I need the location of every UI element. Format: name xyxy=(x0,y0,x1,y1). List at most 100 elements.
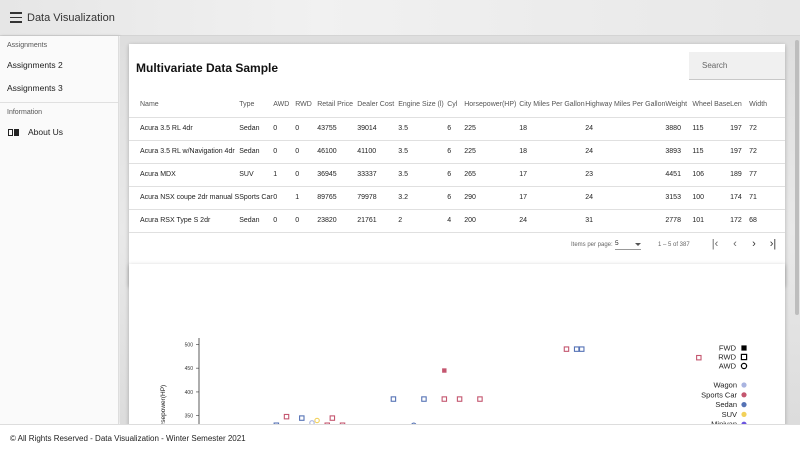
table-cell: SUV xyxy=(239,163,274,187)
sidebar: Assignments Assignments 2 Assignments 3 … xyxy=(0,36,119,424)
table-cell: Sedan xyxy=(239,117,274,141)
table-cell: 68 xyxy=(749,209,785,233)
sidebar-item-assignments-3[interactable]: Assignments 3 xyxy=(0,77,118,100)
table-cell: 1 xyxy=(273,163,296,187)
legend-type-marker xyxy=(741,382,747,388)
data-point xyxy=(442,368,447,373)
table-cell: 172 xyxy=(730,209,750,233)
data-point xyxy=(329,415,336,421)
table-body: Acura 3.5 RL 4dr Sedan 0 0 43755 39014 3.5 6 225… xyxy=(129,117,785,233)
sidebar-divider xyxy=(0,102,118,103)
table-cell: 290 xyxy=(464,186,520,210)
legend-shape-label: AWD xyxy=(719,362,737,371)
table-cell: 0 xyxy=(295,163,318,187)
column-header: Type xyxy=(239,92,274,118)
column-header: Highway Miles Per Gallon xyxy=(585,92,666,118)
table-cell: 2 xyxy=(398,209,448,233)
table-cell: 1 xyxy=(295,186,318,210)
table-row[interactable]: Acura NSX coupe 2dr manual S Sports Car 0 1… xyxy=(129,186,785,210)
chart-card: 300350400450500Horsepower(HP)FWDRWDAWDWa… xyxy=(129,264,785,454)
sidebar-item-about-us[interactable]: About Us xyxy=(0,121,118,144)
table-cell: 200 xyxy=(464,209,520,233)
table-cell: 31 xyxy=(585,209,666,233)
data-point xyxy=(441,396,448,402)
data-point xyxy=(477,396,483,402)
table-cell: Acura MDX xyxy=(129,163,240,187)
data-point xyxy=(563,346,570,352)
column-header: City Miles Per Gallon xyxy=(519,92,586,118)
table-cell: 72 xyxy=(749,140,785,164)
table-cell: 115 xyxy=(692,117,731,141)
book-icon xyxy=(8,129,19,136)
table-cell: 189 xyxy=(730,163,750,187)
y-tick-label: 500 xyxy=(185,342,194,348)
next-page-icon[interactable]: › xyxy=(746,236,762,252)
table-cell: 24 xyxy=(519,209,586,233)
data-point xyxy=(421,396,427,402)
table-cell: 36945 xyxy=(317,163,358,187)
data-point xyxy=(283,413,290,420)
items-per-page-select[interactable]: 5 xyxy=(615,240,641,250)
table-cell: 3.5 xyxy=(398,117,448,141)
table-cell: 33337 xyxy=(357,163,399,187)
table-cell: 46100 xyxy=(317,140,358,164)
sidebar-section-information: Information xyxy=(7,109,43,116)
table-cell: 6 xyxy=(447,140,465,164)
table-cell: 2778 xyxy=(665,209,693,233)
table-cell: 23820 xyxy=(317,209,358,233)
table-cell: 77 xyxy=(749,163,785,187)
table-row[interactable]: Acura 3.5 RL 4dr Sedan 0 0 43755 39014 3.5 6 225… xyxy=(129,117,785,141)
data-point xyxy=(390,396,397,402)
scatter-chart: 300350400450500Horsepower(HP)FWDRWDAWDWa… xyxy=(160,338,748,454)
search-input[interactable]: Search xyxy=(689,52,785,80)
footer: © All Rights Reserved - Data Visualizati… xyxy=(0,424,800,454)
main-content: Multivariate Data Sample Search Name Type… xyxy=(120,36,800,454)
table-cell: 21761 xyxy=(357,209,399,233)
menu-icon[interactable] xyxy=(10,12,22,24)
table-cell: Acura NSX coupe 2dr manual S xyxy=(129,186,240,210)
column-header: Len xyxy=(730,92,750,118)
table-cell: 0 xyxy=(295,209,318,233)
column-header: Horsepower(HP) xyxy=(464,92,520,118)
paginator: Items per page: 5 1 – 5 of 387 |‹ ‹ › ›| xyxy=(129,230,785,260)
table-header-row: Name Type AWD RWD Retail Price Dealer Cost Eng… xyxy=(129,92,785,118)
table-cell: 18 xyxy=(519,117,586,141)
caret-down-icon xyxy=(635,243,641,246)
table-cell: 0 xyxy=(295,117,318,141)
legend-type-marker xyxy=(741,411,747,417)
table-cell: 89765 xyxy=(317,186,358,210)
table-row[interactable]: Acura MDX SUV 1 0 36945 33337 3.5 6 265 17 23 4451 1… xyxy=(129,163,785,187)
data-point xyxy=(696,354,702,361)
table-cell: 24 xyxy=(585,186,666,210)
table-cell: 6 xyxy=(447,117,465,141)
prev-page-icon[interactable]: ‹ xyxy=(727,236,743,252)
column-header: Name xyxy=(129,92,240,118)
last-page-icon[interactable]: ›| xyxy=(765,236,781,252)
table-cell: 4 xyxy=(447,209,465,233)
table-row[interactable]: Acura 3.5 RL w/Navigation 4dr Sedan 0 0 4610… xyxy=(129,140,785,164)
table-row[interactable]: Acura RSX Type S 2dr Sedan 0 0 23820 21761 2 4 2… xyxy=(129,209,785,233)
app-title: Data Visualization xyxy=(27,12,115,24)
table-cell: 41100 xyxy=(357,140,399,164)
table-cell: 174 xyxy=(730,186,750,210)
data-point xyxy=(314,417,320,424)
table-cell: 0 xyxy=(295,140,318,164)
table-cell: 225 xyxy=(464,140,520,164)
legend-type-marker xyxy=(741,402,747,408)
scrollbar[interactable] xyxy=(795,40,799,315)
table-cell: Sedan xyxy=(239,209,274,233)
first-page-icon[interactable]: |‹ xyxy=(707,236,723,252)
table-cell: 24 xyxy=(585,117,666,141)
table-cell: 265 xyxy=(464,163,520,187)
column-header: Engine Size (l) xyxy=(398,92,448,118)
data-point xyxy=(299,415,305,421)
y-tick-label: 400 xyxy=(185,390,194,396)
table-cell: 3880 xyxy=(665,117,693,141)
column-header: Retail Price xyxy=(317,92,358,118)
legend-shape-label: FWD xyxy=(719,344,737,353)
sidebar-item-assignments-2[interactable]: Assignments 2 xyxy=(0,54,118,77)
table-cell: 18 xyxy=(519,140,586,164)
table-cell: 6 xyxy=(447,163,465,187)
legend-awd-marker xyxy=(740,362,748,370)
page-range: 1 – 5 of 387 xyxy=(658,242,690,248)
